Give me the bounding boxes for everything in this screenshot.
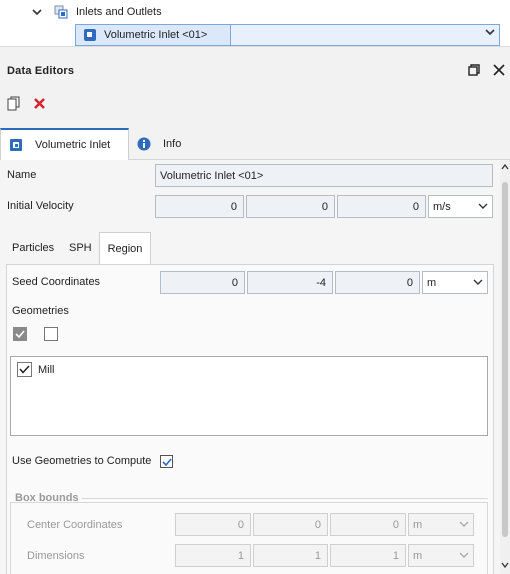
center-x-field[interactable]: 0 [175, 513, 251, 536]
scroll-down-icon[interactable] [501, 562, 509, 568]
center-z-field[interactable]: 0 [330, 513, 406, 536]
tab-label: SPH [69, 242, 92, 254]
geometries-label: Geometries [12, 305, 69, 317]
tree-item-inlets-outlets[interactable]: Inlets and Outlets [30, 2, 162, 22]
select-value: m [427, 276, 437, 289]
panel-title: Data Editors [7, 65, 75, 77]
center-unit-select[interactable]: m [408, 513, 474, 536]
tab-sph[interactable]: SPH [63, 232, 98, 264]
dimensions-unit-select[interactable]: m [408, 544, 474, 567]
volumetric-inlet-icon [9, 138, 23, 152]
volumetric-inlet-icon [84, 29, 96, 41]
dimensions-x-field[interactable]: 1 [175, 544, 251, 567]
chevron-down-icon[interactable] [485, 28, 495, 39]
velocity-x-field[interactable]: 0 [155, 195, 244, 218]
chevron-down-icon [459, 520, 469, 530]
velocity-z-field[interactable]: 0 [337, 195, 426, 218]
restore-window-icon[interactable] [466, 62, 482, 78]
copy-icon[interactable] [5, 95, 21, 111]
velocity-unit-select[interactable]: m/s [428, 195, 493, 218]
scrollbar-thumb[interactable] [502, 182, 508, 537]
tab-particles[interactable]: Particles [6, 232, 60, 264]
editor-toolbar [0, 88, 510, 118]
tab-volumetric-inlet[interactable]: Volumetric Inlet [0, 128, 129, 160]
vertical-scrollbar[interactable] [500, 160, 510, 574]
select-value: m [413, 549, 423, 562]
divider [82, 498, 488, 499]
tab-label: Region [107, 242, 143, 255]
tab-info[interactable]: Info [129, 128, 203, 160]
tree-item-volumetric-inlet[interactable]: Volumetric Inlet <01> [75, 24, 500, 46]
seed-coordinates-label: Seed Coordinates [12, 276, 101, 288]
list-item-label: Mill [38, 363, 55, 376]
seed-y-field[interactable]: -4 [247, 271, 333, 294]
geometries-list[interactable]: Mill [10, 356, 488, 436]
dimensions-label: Dimensions [27, 550, 85, 562]
data-editors-header [0, 46, 510, 88]
scroll-up-icon[interactable] [501, 164, 509, 170]
tree-item-label: Inlets and Outlets [76, 6, 162, 18]
center-y-field[interactable]: 0 [253, 513, 328, 536]
uncheck-all-button[interactable] [44, 327, 58, 341]
seed-x-field[interactable]: 0 [160, 271, 245, 294]
folder-group-icon [54, 5, 68, 19]
list-item[interactable]: Mill [17, 362, 55, 377]
dimensions-z-field[interactable]: 1 [330, 544, 406, 567]
check-all-button[interactable] [13, 327, 27, 341]
chevron-down-icon [473, 278, 483, 288]
tree-item-label: Volumetric Inlet <01> [104, 29, 208, 41]
chevron-down-icon[interactable] [30, 5, 44, 19]
chevron-down-icon [478, 202, 488, 212]
seed-z-field[interactable]: 0 [335, 271, 420, 294]
name-label: Name [7, 169, 37, 181]
tab-label: Volumetric Inlet [35, 139, 111, 151]
close-icon[interactable] [491, 62, 507, 78]
tab-label: Particles [12, 242, 55, 254]
tab-region[interactable]: Region [99, 232, 151, 264]
velocity-y-field[interactable]: 0 [246, 195, 335, 218]
use-geometries-label: Use Geometries to Compute [12, 455, 152, 467]
delete-icon[interactable] [31, 95, 47, 111]
use-geometries-checkbox[interactable] [160, 455, 173, 468]
initial-velocity-label: Initial Velocity [7, 200, 74, 212]
select-value: m [413, 518, 423, 531]
seed-unit-select[interactable]: m [422, 271, 488, 294]
geometry-checkbox[interactable] [17, 362, 32, 377]
name-field[interactable]: Volumetric Inlet <01> [155, 164, 493, 187]
info-icon [137, 137, 151, 151]
select-value: m/s [433, 200, 451, 213]
tab-label: Info [163, 138, 182, 150]
dimensions-y-field[interactable]: 1 [253, 544, 328, 567]
chevron-down-icon [459, 551, 469, 561]
center-coordinates-label: Center Coordinates [27, 519, 123, 531]
